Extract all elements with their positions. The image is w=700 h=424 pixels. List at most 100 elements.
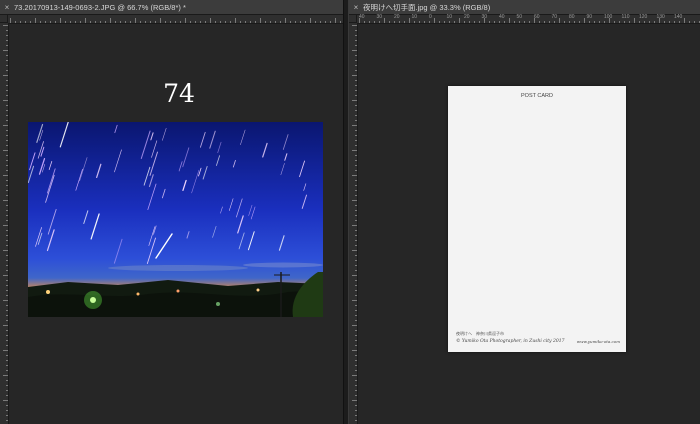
ruler-tick [155, 21, 156, 23]
document-canvas[interactable]: 74 [9, 24, 343, 424]
document-tab-left[interactable]: × 73.20170913-149-0693-2.JPG @ 66.7% (RGB… [0, 0, 343, 15]
ruler-tick [355, 360, 357, 361]
ruler-tick [449, 21, 450, 23]
ruler-tick [519, 21, 520, 23]
ruler-tick [355, 80, 357, 81]
ruler-tick [355, 315, 357, 316]
ruler-label: 110 [621, 14, 630, 20]
ruler-label: 90 [586, 14, 593, 20]
ruler-tick [684, 18, 685, 23]
ruler-tick [6, 335, 8, 336]
ruler-tick [352, 50, 357, 51]
ruler-tick [125, 21, 126, 23]
ruler-tick [6, 340, 8, 341]
ruler-tick [404, 21, 405, 23]
ruler-tick [6, 160, 8, 161]
ruler-tick [619, 21, 620, 23]
ruler-tick [355, 270, 357, 271]
ruler-tick [285, 18, 286, 23]
ruler-tick [6, 90, 8, 91]
ruler-tick [95, 21, 96, 23]
ruler-tick [6, 405, 8, 406]
ruler-tick [165, 21, 166, 23]
ruler-tick [6, 265, 8, 266]
ruler-tick [409, 18, 410, 23]
ruler-label: 30 [376, 14, 383, 20]
ruler-tick [310, 18, 311, 23]
ruler-tick [40, 21, 41, 23]
ruler-tick [6, 110, 8, 111]
ruler-tick [3, 225, 8, 226]
document-canvas[interactable]: POST CARD 夜明けへ 神奈川県逗子市 © Yumiko Ota Phot… [358, 24, 700, 424]
document-tab-title[interactable]: 夜明けへ切手面.jpg @ 33.3% (RGB/8) [363, 3, 490, 12]
ruler-tick [504, 21, 505, 23]
ruler-tick [559, 18, 560, 23]
ruler-tick [469, 21, 470, 23]
ruler-tick [6, 330, 8, 331]
ruler-tick [85, 18, 86, 23]
ruler-tick [6, 315, 8, 316]
ruler-tick [355, 155, 357, 156]
ruler-tick [494, 21, 495, 23]
ruler-tick [399, 21, 400, 23]
ruler-tick [3, 275, 8, 276]
ruler-tick [355, 170, 357, 171]
ruler-tick [352, 200, 357, 201]
ruler-tick [240, 21, 241, 23]
ruler-tick [355, 180, 357, 181]
ruler-label: 120 [639, 14, 648, 20]
ruler-tick [464, 21, 465, 23]
ruler-tick [6, 345, 8, 346]
ruler-tick [355, 70, 357, 71]
ruler-tick [379, 21, 380, 23]
close-tab-icon[interactable]: × [0, 0, 14, 15]
horizontal-ruler[interactable] [8, 15, 343, 24]
ruler-tick [6, 395, 8, 396]
ruler-tick [6, 80, 8, 81]
ruler-tick [3, 200, 8, 201]
document-tab-right[interactable]: × 夜明けへ切手面.jpg @ 33.3% (RGB/8) [349, 0, 700, 15]
ruler-tick [6, 135, 8, 136]
ruler-tick [205, 21, 206, 23]
ruler-tick [352, 75, 357, 76]
vertical-ruler[interactable] [349, 23, 358, 424]
ruler-tick [355, 85, 357, 86]
ruler-tick [6, 235, 8, 236]
ruler-tick [120, 21, 121, 23]
ruler-tick [355, 310, 357, 311]
ruler-tick [175, 21, 176, 23]
ruler-tick [260, 18, 261, 23]
vertical-ruler[interactable] [0, 23, 9, 424]
ruler-tick [6, 185, 8, 186]
ruler-tick [374, 21, 375, 23]
ruler-tick [6, 365, 8, 366]
ruler-tick [300, 21, 301, 23]
ruler-tick [6, 70, 8, 71]
ruler-tick [295, 21, 296, 23]
document-tab-title[interactable]: 73.20170913-149-0693-2.JPG @ 66.7% (RGB/… [14, 3, 186, 12]
ruler-tick [55, 21, 56, 23]
ruler-tick [330, 21, 331, 23]
ruler-tick [544, 21, 545, 23]
ruler-tick [6, 240, 8, 241]
ruler-tick [654, 21, 655, 23]
ruler-tick [180, 21, 181, 23]
close-tab-icon[interactable]: × [349, 0, 363, 15]
left-document-window: × 73.20170913-149-0693-2.JPG @ 66.7% (RGB… [0, 0, 343, 424]
ruler-tick [355, 145, 357, 146]
ruler-tick [389, 21, 390, 23]
ruler-tick [35, 18, 36, 23]
ruler-tick [589, 21, 590, 23]
ruler-tick [355, 365, 357, 366]
ruler-tick [579, 21, 580, 23]
ruler-tick [355, 410, 357, 411]
ruler-tick [130, 21, 131, 23]
ruler-label: 10 [446, 14, 453, 20]
ruler-corner [0, 15, 8, 23]
ruler-tick [394, 21, 395, 23]
postcard-caption: 夜明けへ 神奈川県逗子市 [456, 331, 504, 336]
horizontal-ruler[interactable]: 40 30 20 10 0 10 20 30 40 50 60 70 80 90 100 110 120 130 1… [357, 15, 700, 24]
ruler-tick [524, 21, 525, 23]
ruler-tick [352, 25, 357, 26]
ruler-tick [355, 185, 357, 186]
